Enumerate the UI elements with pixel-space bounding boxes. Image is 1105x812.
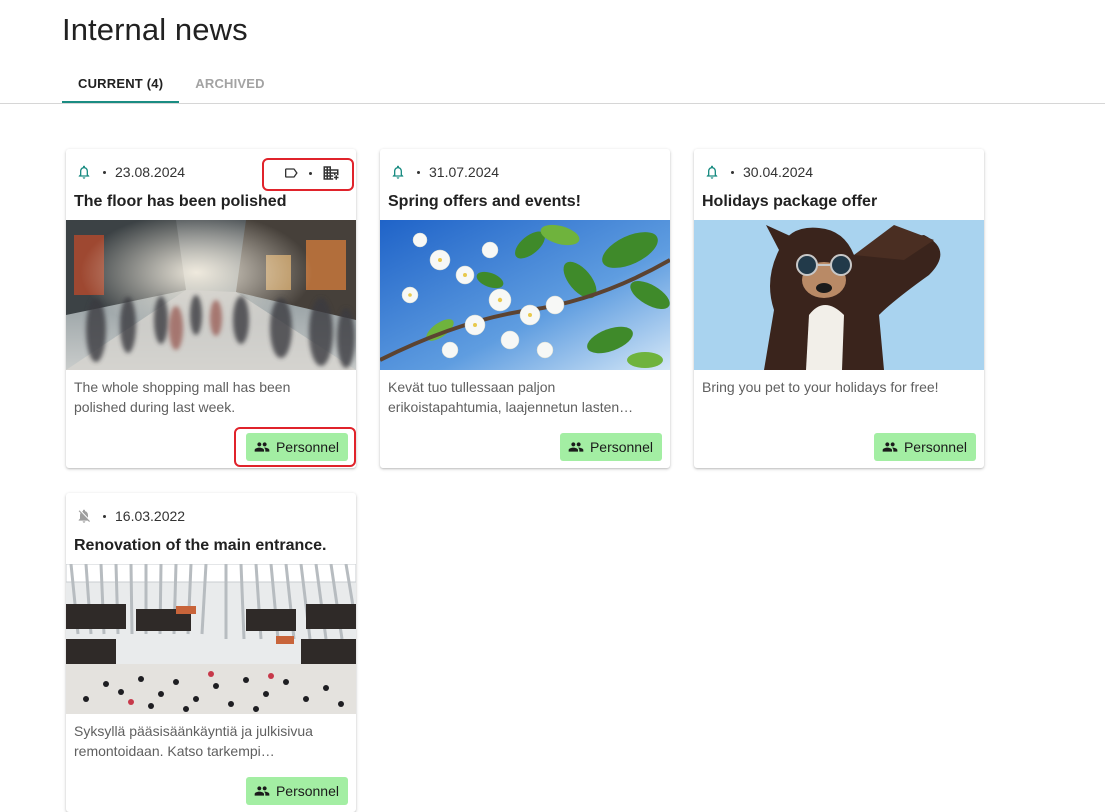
card-date: 23.08.2024 <box>115 164 186 180</box>
card-title: The floor has been polished <box>74 193 287 210</box>
audience-badge[interactable]: Personnel <box>245 777 348 805</box>
label-tag-icon[interactable] <box>283 165 299 181</box>
card-meta: 23.08.2024 <box>76 163 185 181</box>
card-image <box>66 220 356 370</box>
tab-bar: CURRENT (4) ARCHIVED <box>62 70 281 103</box>
card-meta: 16.03.2022 <box>76 507 185 525</box>
news-card[interactable]: 23.08.2024 The floor has been polished T… <box>66 149 356 468</box>
audience-badge[interactable]: Personnel <box>559 433 662 461</box>
building-add-icon[interactable] <box>322 164 340 182</box>
group-icon <box>568 439 584 455</box>
group-icon <box>254 783 270 799</box>
card-description: The whole shopping mall has been polishe… <box>74 379 291 415</box>
separator-dot <box>103 514 106 518</box>
bell-icon <box>390 164 406 180</box>
badge-label: Personnel <box>903 439 967 455</box>
card-description: Bring you pet to your holidays for free! <box>702 379 939 395</box>
card-title: Holidays package offer <box>702 193 878 210</box>
news-card[interactable]: 31.07.2024 Spring offers and events! Kev… <box>380 149 670 468</box>
card-meta: 30.04.2024 <box>704 163 813 181</box>
tab-current[interactable]: CURRENT (4) <box>62 70 180 103</box>
card-image <box>694 220 984 370</box>
card-actions <box>283 164 340 182</box>
card-title: Spring offers and events! <box>388 193 581 210</box>
bell-off-icon <box>76 508 92 524</box>
card-meta: 31.07.2024 <box>390 163 499 181</box>
tabs-divider <box>0 103 1105 104</box>
separator-dot <box>309 171 312 175</box>
card-date: 31.07.2024 <box>429 164 500 180</box>
card-date: 30.04.2024 <box>743 164 814 180</box>
badge-label: Personnel <box>275 783 339 799</box>
bell-icon <box>704 164 720 180</box>
tab-archived[interactable]: ARCHIVED <box>179 70 281 103</box>
card-date: 16.03.2022 <box>115 508 186 524</box>
bell-icon <box>76 164 92 180</box>
news-card[interactable]: 16.03.2022 Renovation of the main entran… <box>66 493 356 812</box>
group-icon <box>254 439 270 455</box>
badge-label: Personnel <box>589 439 653 455</box>
audience-badge[interactable]: Personnel <box>245 433 348 461</box>
card-image <box>380 220 670 370</box>
separator-dot <box>103 170 106 174</box>
news-card[interactable]: 30.04.2024 Holidays package offer Bring … <box>694 149 984 468</box>
card-description: Syksyllä pääsisäänkäyntiä ja julkisivua … <box>74 723 313 759</box>
separator-dot <box>731 170 734 174</box>
page-title: Internal news <box>62 12 248 47</box>
badge-label: Personnel <box>275 439 339 455</box>
group-icon <box>882 439 898 455</box>
card-image <box>66 564 356 714</box>
card-description: Kevät tuo tullessaan paljon erikoistapah… <box>388 379 634 415</box>
separator-dot <box>417 170 420 174</box>
audience-badge[interactable]: Personnel <box>873 433 976 461</box>
card-title: Renovation of the main entrance. <box>74 537 327 554</box>
